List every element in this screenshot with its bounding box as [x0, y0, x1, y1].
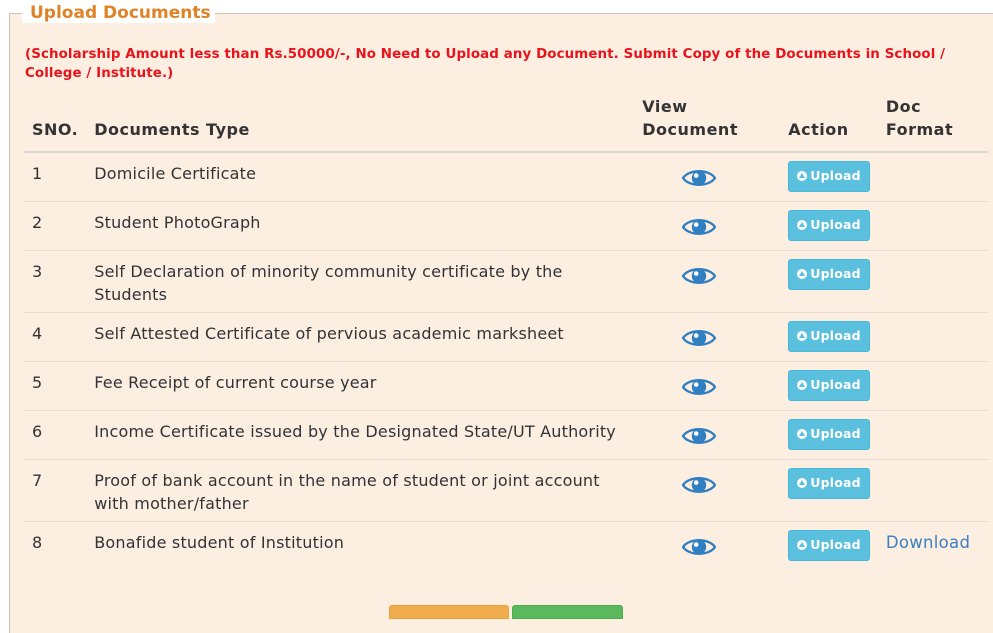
row-view [634, 361, 781, 411]
row-view [634, 410, 781, 460]
row-doc-format: Download [877, 521, 988, 570]
row-doc-format [877, 201, 988, 251]
upload-button[interactable]: Upload [788, 161, 870, 192]
upload-button[interactable]: Upload [788, 370, 870, 401]
row-action: Upload [780, 250, 878, 313]
row-view [634, 521, 781, 570]
row-sno: 6 [24, 410, 87, 460]
table-row: 6 Income Certificate issued by the Design… [24, 410, 988, 460]
table-row: 4 Self Attested Certificate of pervious a… [24, 312, 988, 362]
upload-button[interactable]: Upload [788, 210, 870, 241]
row-action: Upload [780, 361, 878, 411]
row-document-type: Bonafide student of Institution [86, 521, 635, 570]
circle-arrow-up-icon [797, 429, 808, 439]
table-row: 3 Self Declaration of minority community … [24, 250, 988, 313]
table-header: SNO. Documents Type View Document Action… [24, 95, 988, 153]
circle-arrow-up-icon [797, 380, 808, 390]
circle-arrow-up-icon [797, 540, 808, 550]
header-view-line2: Document [642, 120, 738, 139]
row-view [634, 201, 781, 251]
row-document-type: Proof of bank account in the name of stu… [86, 459, 635, 522]
row-view [634, 459, 781, 522]
row-doc-format [877, 410, 988, 460]
eye-icon[interactable] [681, 216, 717, 238]
upload-button-label: Upload [810, 328, 861, 343]
table-row: 2 Student PhotoGraph Upload [24, 201, 988, 251]
row-sno: 2 [24, 201, 87, 251]
upload-button-label: Upload [810, 537, 861, 552]
row-action: Upload [780, 312, 878, 362]
panel-legend: Upload Documents [27, 3, 215, 23]
row-sno: 8 [24, 521, 87, 570]
table-row: 8 Bonafide student of Institution Upload Do… [24, 521, 988, 570]
eye-icon[interactable] [681, 265, 717, 287]
header-view-line1: View [642, 97, 688, 116]
row-document-type: Self Declaration of minority community c… [86, 250, 635, 313]
header-action: Action [780, 95, 878, 153]
eye-icon[interactable] [681, 425, 717, 447]
header-row: SNO. Documents Type View Document Action… [24, 95, 988, 153]
circle-arrow-up-icon [797, 331, 808, 341]
upload-button-label: Upload [810, 377, 861, 392]
header-documents-type: Documents Type [86, 95, 635, 153]
row-sno: 4 [24, 312, 87, 362]
row-document-type: Self Attested Certificate of pervious ac… [86, 312, 635, 362]
header-format-line1: Doc [885, 97, 922, 116]
eye-icon[interactable] [681, 167, 717, 189]
eye-icon[interactable] [681, 376, 717, 398]
circle-arrow-up-icon [797, 220, 808, 230]
download-link[interactable]: Download [886, 533, 970, 552]
row-document-type: Income Certificate issued by the Designa… [86, 410, 635, 460]
bottom-button-right[interactable] [512, 605, 623, 619]
row-action: Upload [780, 201, 878, 251]
row-doc-format [877, 312, 988, 362]
row-doc-format [877, 250, 988, 313]
row-document-type: Fee Receipt of current course year [86, 361, 635, 411]
row-action: Upload [780, 459, 878, 522]
documents-table: SNO. Documents Type View Document Action… [24, 95, 988, 570]
table-row: 1 Domicile Certificate Upload [24, 152, 988, 202]
row-action: Upload [780, 152, 878, 202]
upload-button-label: Upload [810, 168, 861, 183]
upload-button[interactable]: Upload [788, 419, 870, 450]
row-action: Upload [780, 521, 878, 570]
eye-icon[interactable] [681, 474, 717, 496]
scholarship-notice: (Scholarship Amount less than Rs.50000/-… [25, 47, 946, 81]
table-row: 5 Fee Receipt of current course year Uploa… [24, 361, 988, 411]
upload-button[interactable]: Upload [788, 530, 870, 561]
upload-button-label: Upload [810, 475, 861, 490]
eye-icon[interactable] [681, 327, 717, 349]
upload-button[interactable]: Upload [788, 259, 870, 290]
row-sno: 1 [32, 164, 43, 183]
row-sno: 5 [24, 361, 87, 411]
upload-button-label: Upload [810, 266, 861, 281]
bottom-button-left[interactable] [389, 605, 509, 619]
upload-button[interactable]: Upload [788, 468, 870, 499]
header-sno: SNO. [24, 95, 87, 153]
row-document-type: Student PhotoGraph [86, 201, 635, 251]
row-doc-format [877, 361, 988, 411]
table-row: 7 Proof of bank account in the name of st… [24, 459, 988, 522]
row-sno: 7 [24, 459, 87, 522]
header-view-document: View Document [634, 95, 781, 153]
upload-button[interactable]: Upload [788, 321, 870, 352]
row-sno: 3 [24, 250, 87, 313]
row-doc-format [878, 152, 988, 202]
row-action: Upload [780, 410, 878, 460]
row-view [634, 250, 781, 313]
upload-button-label: Upload [810, 217, 861, 232]
eye-icon[interactable] [681, 536, 717, 558]
circle-arrow-up-icon [797, 478, 808, 488]
row-document-type: Domicile Certificate [94, 164, 257, 183]
circle-arrow-up-icon [797, 269, 808, 279]
row-view [634, 152, 780, 202]
row-doc-format [877, 459, 988, 522]
table-body: 1 Domicile Certificate Upload 2 Student Phot… [24, 152, 988, 570]
header-format-line2: Format [885, 120, 954, 139]
circle-arrow-up-icon [797, 171, 808, 181]
header-doc-format: Doc Format [877, 95, 988, 153]
row-view [634, 312, 781, 362]
upload-button-label: Upload [810, 426, 861, 441]
